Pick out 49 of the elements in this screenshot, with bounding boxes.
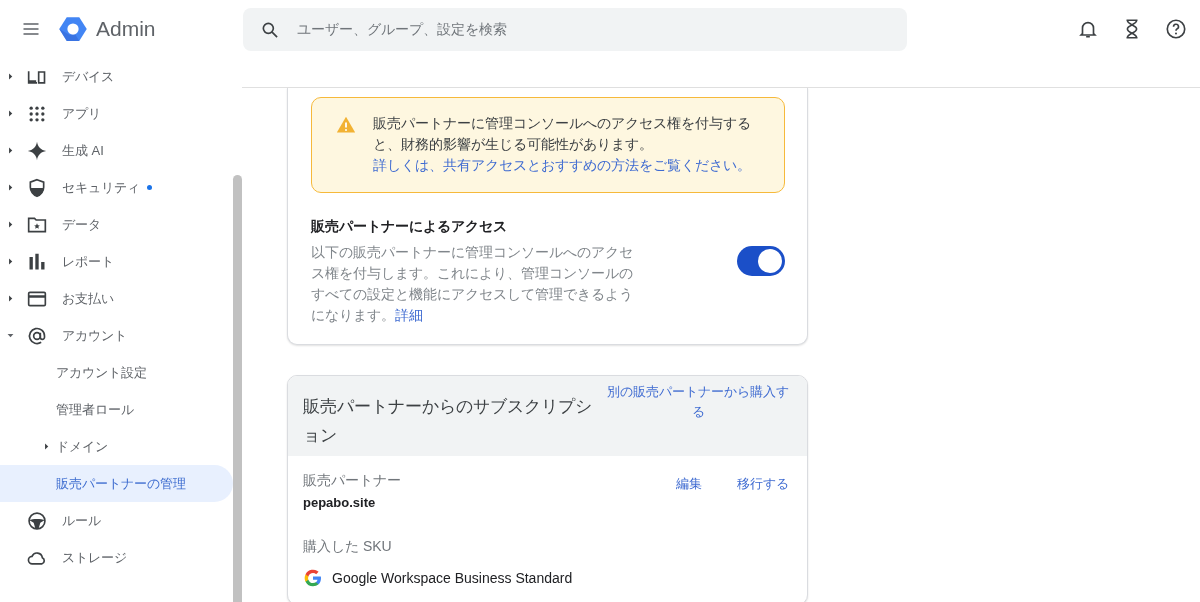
search-field[interactable]: ユーザー、グループ、設定を検索 [243,7,907,51]
caret-right-icon[interactable] [6,295,14,302]
caret-right-icon[interactable] [6,258,14,265]
help-button[interactable] [1165,18,1187,40]
sidebar-item[interactable]: ルール [0,502,233,539]
sidebar-item[interactable]: アカウント [0,317,233,354]
caret-right-icon[interactable] [42,443,50,450]
warning-icon [336,115,356,135]
shield-icon [27,177,47,198]
caret-down-icon[interactable] [6,332,14,339]
at-sign-icon [27,325,47,346]
action-link[interactable]: 移行する [737,475,789,510]
sidebar-item[interactable]: 管理者ロール [0,391,233,428]
hexagon-logo-icon [58,14,88,44]
learn-more-link[interactable]: 詳しくは、共有アクセスとおすすめの方法をご覧ください。 [373,155,764,176]
product-name: Admin [96,17,156,41]
reseller-name: pepabo.site [303,495,377,510]
details-link[interactable]: 詳細 [395,307,423,323]
sidebar-item[interactable]: ドメイン [0,428,233,465]
warning-text: 販売パートナーに管理コンソールへのアクセス権を付与すると、財務的影響が生じる可能性があります。 詳しくは、共有アクセスとおすすめの方法をご覧ください。 [373,113,764,176]
caret-right-icon[interactable] [6,73,14,80]
action-link[interactable]: 編集 [676,475,702,510]
sidebar-item[interactable]: アカウント設定 [0,354,233,391]
sidebar-item[interactable]: お支払い [0,280,233,317]
toggle-switch[interactable] [737,246,785,276]
caret-right-icon[interactable] [6,147,14,154]
purchase-link[interactable]: 別の販売パートナーから購入する [605,382,791,456]
g-logo-icon [303,568,323,588]
scrollbar-thumb[interactable] [233,175,242,602]
sidebar-item[interactable]: セキュリティ [0,169,233,206]
bar-chart-icon [27,251,47,272]
sidebar-item[interactable]: 販売パートナーの管理 [0,465,233,502]
sidebar-item[interactable]: アプリ [0,95,233,132]
field-label: 購入した SKU [303,538,393,556]
steering-wheel-icon [27,510,47,531]
product-name: Google Workspace Business Standard [332,570,573,586]
sidebar-item[interactable]: ストレージ [0,539,233,576]
caret-right-icon[interactable] [6,221,14,228]
sidebar-item[interactable]: レポート [0,243,233,280]
field-label: 販売パートナー [303,472,401,490]
help-icon [1165,18,1187,40]
sidebar-item[interactable]: デバイス [0,58,233,95]
caret-right-icon[interactable] [6,110,14,117]
setting-description: 以下の販売パートナーに管理コンソールへのアクセス権を付与します。これにより、管理コンソールのすべての設定と機能にアクセスして管理できるようになります。詳細 [311,243,634,325]
sidebar-item[interactable]: データ [0,206,233,243]
card-title: 販売パートナーからのサブスクリプション [303,396,593,447]
sidebar-item[interactable]: 生成 AI [0,132,233,169]
caret-right-icon[interactable] [6,184,14,191]
setting-title: 販売パートナーによるアクセス [311,218,508,236]
